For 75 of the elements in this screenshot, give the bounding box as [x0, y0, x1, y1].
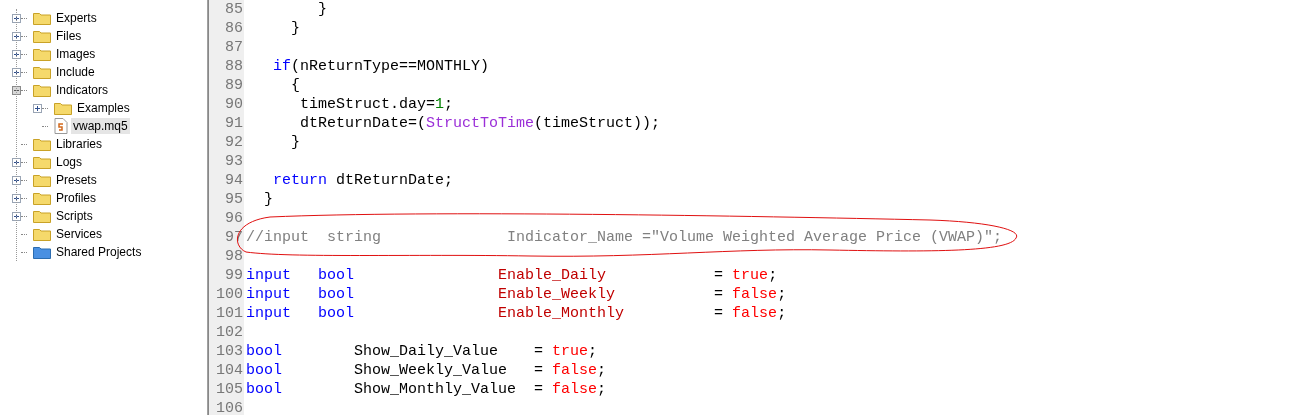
line-number: 98 — [224, 247, 244, 266]
tree-item[interactable]: Shared Projects — [54, 244, 144, 260]
folder-icon — [54, 101, 72, 115]
expander-icon[interactable] — [12, 85, 21, 95]
tree-item[interactable]: vwap.mq5 — [71, 118, 130, 134]
line-number: 87 — [224, 38, 244, 57]
folder-icon — [33, 191, 51, 205]
folder-icon — [33, 11, 51, 25]
line-number: 104 — [215, 361, 244, 380]
line-number: 94 — [224, 171, 244, 190]
line-number: 103 — [215, 342, 244, 361]
code-line: } — [290, 133, 300, 152]
line-number: 93 — [224, 152, 244, 171]
folder-icon — [33, 29, 51, 43]
code-line: //input string Indicator_Name ="Volume Weighted Average Price (VWAP)"; — [246, 228, 1003, 247]
expander-icon[interactable] — [12, 211, 21, 221]
line-number: 106 — [215, 399, 244, 415]
code-line: bool Show_Weekly_Value = false; — [246, 361, 607, 380]
line-number: 95 — [224, 190, 244, 209]
line-number: 101 — [215, 304, 244, 323]
folder-icon — [33, 173, 51, 187]
line-number: 102 — [215, 323, 244, 342]
code-line: bool Show_Daily_Value = true; — [246, 342, 598, 361]
line-number: 85 — [224, 0, 244, 19]
expander-icon[interactable] — [12, 157, 21, 167]
expander-icon[interactable] — [12, 175, 21, 185]
line-number: 99 — [224, 266, 244, 285]
folder-icon — [33, 83, 51, 97]
tree-item[interactable]: Logs — [54, 154, 85, 170]
code-line: input bool Enable_Monthly = false; — [246, 304, 787, 323]
tree-item[interactable]: Services — [54, 226, 104, 242]
code-line: bool Show_Monthly_Value = false; — [246, 380, 607, 399]
line-number: 91 — [224, 114, 244, 133]
tree-item[interactable]: Include — [54, 64, 97, 80]
expander-icon[interactable] — [12, 193, 21, 203]
code-line: dtReturnDate=(StructToTime(timeStruct)); — [299, 114, 661, 133]
folder-icon — [33, 155, 51, 169]
code-line: timeStruct.day=1; — [299, 95, 454, 114]
folder-icon — [33, 245, 51, 259]
expander-icon[interactable] — [12, 49, 21, 59]
tree-item[interactable]: Scripts — [54, 208, 95, 224]
code-line: return dtReturnDate; — [272, 171, 454, 190]
tree-item[interactable]: Experts — [54, 10, 99, 26]
code-line: input bool Enable_Daily = true; — [246, 266, 778, 285]
line-number: 88 — [224, 57, 244, 76]
folder-icon — [33, 47, 51, 61]
tree-item[interactable]: Images — [54, 46, 98, 62]
tree-item[interactable]: Indicators — [54, 82, 111, 98]
tree-item[interactable]: Profiles — [54, 190, 98, 206]
tree-item[interactable]: Files — [54, 28, 84, 44]
expander-icon[interactable] — [33, 103, 42, 113]
tree-item[interactable]: Libraries — [54, 136, 105, 152]
line-number: 90 — [224, 95, 244, 114]
code-line: if(nReturnType==MONTHLY) — [272, 57, 490, 76]
source-file-icon — [54, 118, 68, 134]
code-line: input bool Enable_Weekly = false; — [246, 285, 787, 304]
code-line: } — [263, 190, 273, 209]
tree-item[interactable]: Presets — [54, 172, 99, 188]
expander-icon[interactable] — [12, 67, 21, 77]
line-number: 105 — [215, 380, 244, 399]
folder-icon — [33, 65, 51, 79]
folder-icon — [33, 209, 51, 223]
expander-icon[interactable] — [12, 13, 21, 23]
code-line: { — [290, 76, 300, 95]
code-line: } — [317, 0, 327, 19]
folder-icon — [33, 227, 51, 241]
folder-icon — [33, 137, 51, 151]
tree-item[interactable]: Examples — [75, 100, 132, 116]
code-line: } — [290, 19, 300, 38]
expander-icon[interactable] — [12, 31, 21, 41]
line-number: 92 — [224, 133, 244, 152]
line-number: 96 — [224, 209, 244, 228]
line-number: 100 — [215, 285, 244, 304]
line-number: 89 — [224, 76, 244, 95]
line-number: 86 — [224, 19, 244, 38]
